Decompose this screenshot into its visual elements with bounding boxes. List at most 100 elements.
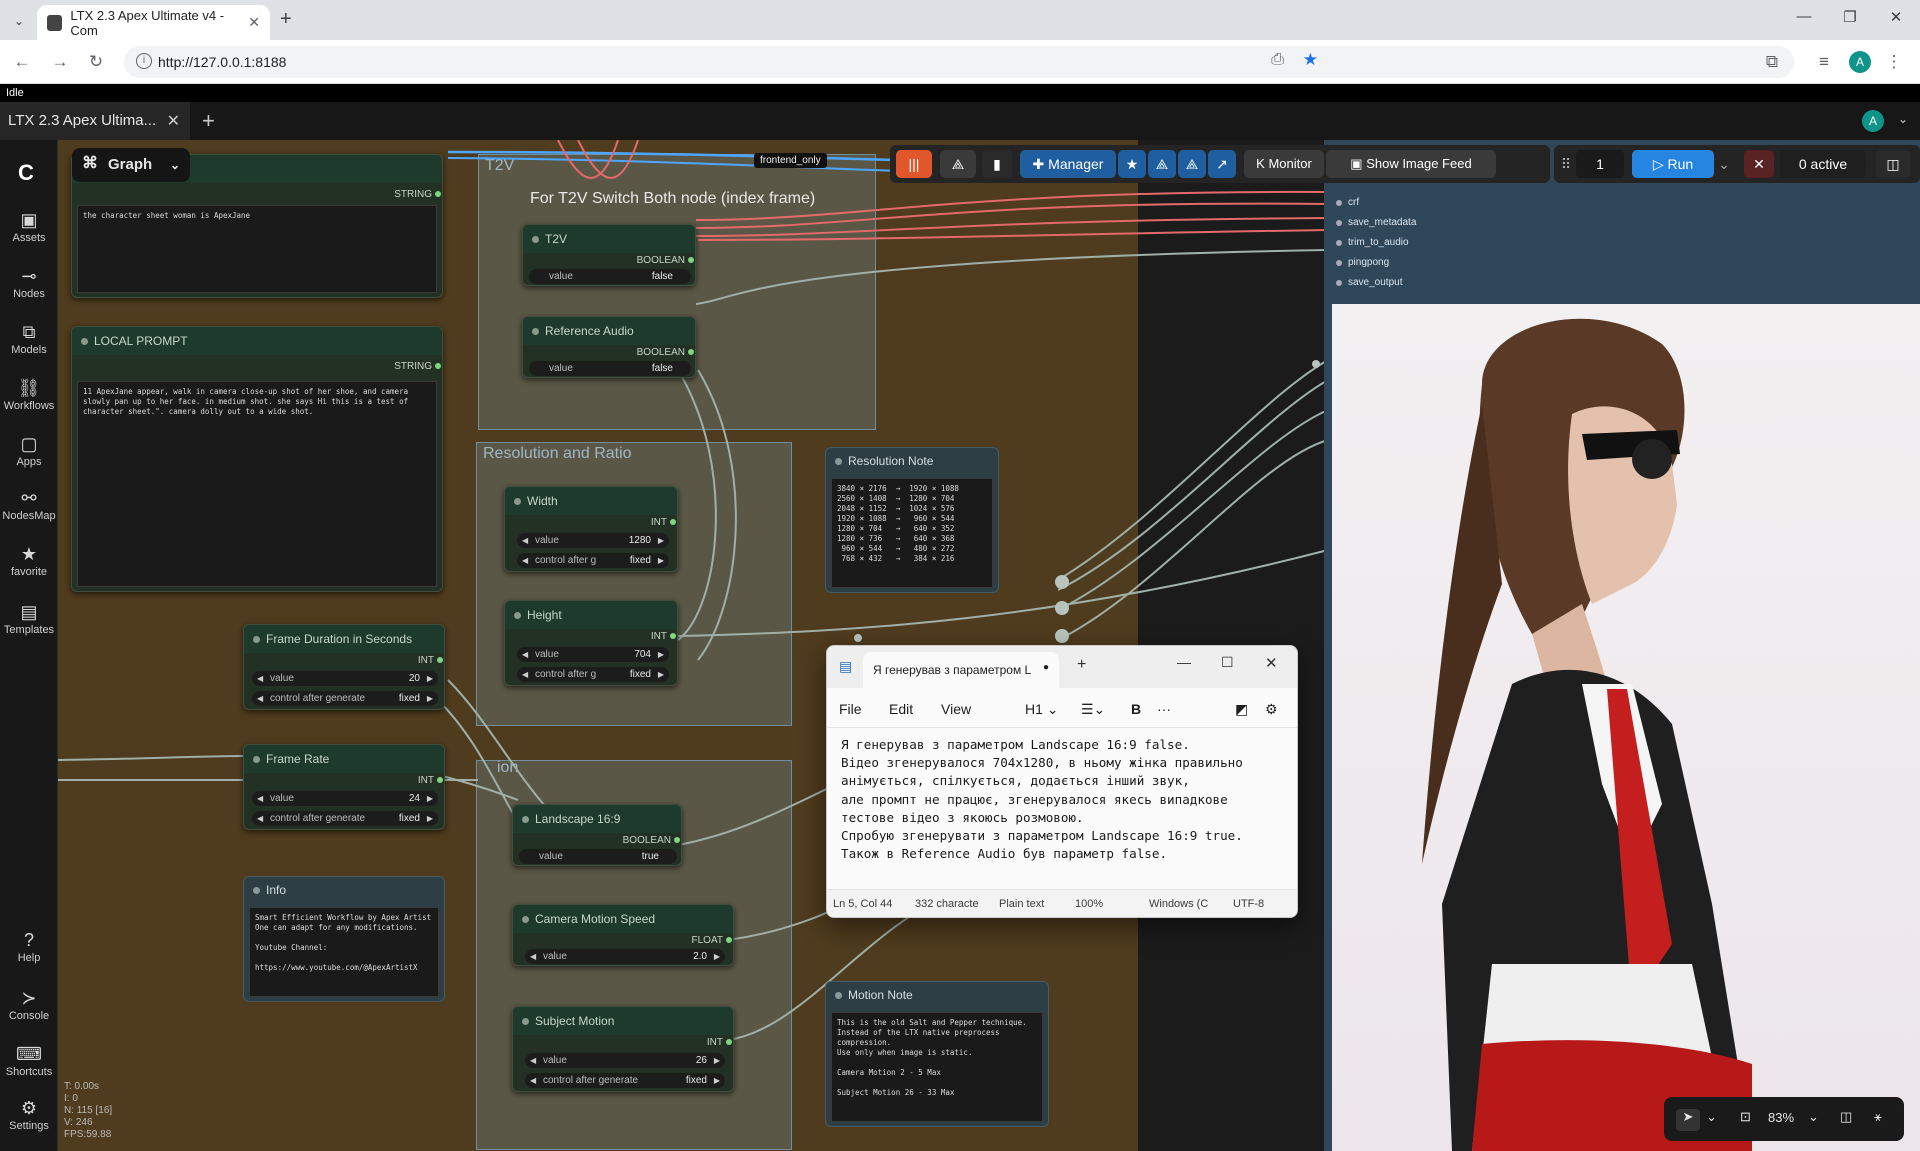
- comfy-logo-icon[interactable]: C: [18, 160, 34, 186]
- list-icon[interactable]: ☰⌄: [1081, 701, 1105, 718]
- extensions-puzzle-icon[interactable]: ⧉: [1760, 50, 1784, 74]
- sidebar-item-workflows[interactable]: ⛓ Workflows: [0, 376, 58, 412]
- increment-arrow-icon[interactable]: ▶: [658, 647, 664, 662]
- copilot-icon[interactable]: ◩: [1235, 701, 1248, 718]
- sidebar-item-nodesmap[interactable]: ⚯ NodesMap: [0, 486, 58, 522]
- sidebar-item-shortcuts[interactable]: ⌨ Shortcuts: [0, 1042, 58, 1078]
- toggle-value[interactable]: value false: [529, 269, 691, 284]
- height-control-select[interactable]: control after g fixed ▶: [517, 667, 669, 682]
- preview-input-row[interactable]: crf: [1334, 196, 1359, 210]
- new-workflow-plus-icon[interactable]: +: [202, 108, 215, 134]
- run-options-chevron-icon[interactable]: ⌄: [1714, 150, 1734, 178]
- sidebar-item-settings[interactable]: ⚙ Settings: [0, 1096, 58, 1132]
- unsaved-dot-icon[interactable]: ●: [1043, 662, 1049, 673]
- output-type[interactable]: BOOLEAN: [637, 347, 695, 358]
- notepad-settings-gear-icon[interactable]: ⚙: [1265, 701, 1278, 718]
- node-t2v[interactable]: T2V BOOLEAN value false: [522, 224, 696, 286]
- install-app-icon[interactable]: ⎙: [1271, 51, 1284, 69]
- subject-motion-control-select[interactable]: control after generate fixed ▶: [525, 1073, 725, 1088]
- sidebar-item-favorite[interactable]: ★ favorite: [0, 542, 58, 578]
- workflow-tab[interactable]: LTX 2.3 Apex Ultima... ✕: [0, 102, 190, 140]
- menu-file[interactable]: File: [839, 701, 862, 717]
- browser-menu-icon[interactable]: ⋮: [1882, 50, 1906, 74]
- hide-links-icon[interactable]: ⚹: [1874, 1109, 1882, 1125]
- output-type[interactable]: INT: [651, 517, 677, 528]
- sidebar-item-help[interactable]: ? Help: [0, 928, 58, 964]
- node-reference-audio[interactable]: Reference Audio BOOLEAN value false: [522, 316, 696, 378]
- node-width[interactable]: Width INT value 1280 ▶ control after g fi…: [504, 486, 678, 572]
- more-options-icon[interactable]: ···: [1157, 701, 1171, 717]
- browser-profile-avatar[interactable]: A: [1849, 51, 1871, 73]
- output-type[interactable]: INT: [651, 631, 677, 642]
- preview-input-row[interactable]: pingpong: [1334, 256, 1389, 270]
- user-avatar[interactable]: A: [1862, 110, 1884, 132]
- frame-rate-control-select[interactable]: control after generate fixed ▶: [252, 811, 438, 826]
- minimize-window-icon[interactable]: —: [1784, 8, 1824, 25]
- sidebar-item-templates[interactable]: ▤ Templates: [0, 600, 58, 636]
- site-info-icon[interactable]: i: [136, 53, 152, 69]
- restore-window-icon[interactable]: ❐: [1830, 8, 1870, 26]
- tab-search-chevron-icon[interactable]: ⌄: [8, 10, 30, 32]
- landscape-toggle[interactable]: value true: [519, 849, 677, 864]
- share-arrow-icon[interactable]: ↗: [1208, 150, 1236, 178]
- output-type[interactable]: BOOLEAN: [637, 255, 695, 266]
- next-arrow-icon[interactable]: ▶: [427, 811, 433, 826]
- node-frame-rate[interactable]: Frame Rate INT value 24 ▶ control after g…: [243, 744, 445, 830]
- duration-value-input[interactable]: value 20 ▶: [252, 671, 438, 686]
- forward-arrow-icon[interactable]: →: [48, 50, 72, 74]
- drag-handle-icon[interactable]: ⠿: [1558, 150, 1574, 178]
- duration-control-select[interactable]: control after generate fixed ▶: [252, 691, 438, 706]
- model-triangle-icon[interactable]: ⟁: [940, 150, 976, 178]
- frame-rate-value-input[interactable]: value 24 ▶: [252, 791, 438, 806]
- node-frame-duration[interactable]: Frame Duration in Seconds INT value 20▶ …: [243, 624, 445, 710]
- info-text[interactable]: Smart Efficient Workflow by Apex Artist …: [249, 907, 439, 997]
- increment-arrow-icon[interactable]: ▶: [714, 1053, 720, 1068]
- width-value-input[interactable]: value 1280 ▶: [517, 533, 669, 548]
- node-info[interactable]: Info Smart Efficient Workflow by Apex Ar…: [243, 876, 445, 1002]
- minimap-icon[interactable]: ◫: [1840, 1109, 1852, 1125]
- queue-count-input[interactable]: 1: [1576, 150, 1624, 178]
- bookmark-star-icon[interactable]: ★: [1303, 50, 1318, 70]
- next-arrow-icon[interactable]: ▶: [658, 667, 664, 682]
- increment-arrow-icon[interactable]: ▶: [714, 949, 720, 964]
- output-type[interactable]: INT: [418, 655, 444, 666]
- node-local-prompt[interactable]: LOCAL PROMPT STRING 11 ApexJane appear, …: [71, 326, 443, 592]
- manager-button[interactable]: ✚ Manager: [1020, 150, 1116, 178]
- fit-view-icon[interactable]: ⊡: [1740, 1109, 1751, 1125]
- node-resolution-note[interactable]: Resolution Note 3840 × 2176 → 1920 × 108…: [825, 447, 999, 593]
- next-arrow-icon[interactable]: ▶: [427, 691, 433, 706]
- show-image-feed-button[interactable]: ▣ Show Image Feed: [1326, 150, 1496, 178]
- output-type[interactable]: STRING: [394, 189, 441, 200]
- media-controls-icon[interactable]: ≡: [1812, 50, 1836, 74]
- notepad-maximize-icon[interactable]: ☐: [1221, 654, 1234, 671]
- pointer-chevron-icon[interactable]: ⌄: [1706, 1109, 1717, 1125]
- increment-arrow-icon[interactable]: ▶: [427, 671, 433, 686]
- user-menu-chevron-icon[interactable]: ⌄: [1898, 112, 1908, 126]
- menu-edit[interactable]: Edit: [889, 701, 913, 717]
- preview-input-row[interactable]: save_output: [1334, 276, 1403, 290]
- output-type[interactable]: INT: [707, 1037, 733, 1048]
- motion-note-text[interactable]: This is the old Salt and Pepper techniqu…: [831, 1012, 1043, 1122]
- node-subject-motion[interactable]: Subject Motion INT value 26 ▶ control aft…: [512, 1006, 734, 1092]
- toggle-value[interactable]: value false: [529, 361, 691, 376]
- node-motion-note[interactable]: Motion Note This is the old Salt and Pep…: [825, 981, 1049, 1127]
- close-window-icon[interactable]: ✕: [1876, 8, 1916, 26]
- sidebar-item-models[interactable]: ⧉ Models: [0, 320, 58, 356]
- node-height[interactable]: Height INT value 704 ▶ control after g fi…: [504, 600, 678, 686]
- preview-input-row[interactable]: save_metadata: [1334, 216, 1416, 230]
- close-workflow-icon[interactable]: ✕: [167, 111, 180, 131]
- notepad-tab[interactable]: Я генерував з параметром L ●: [863, 652, 1059, 688]
- zoom-chevron-icon[interactable]: ⌄: [1808, 1109, 1819, 1125]
- resolution-note-text[interactable]: 3840 × 2176 → 1920 × 1088 2560 × 1408 → …: [831, 478, 993, 588]
- output-type[interactable]: FLOAT: [692, 935, 733, 946]
- node-landscape[interactable]: Landscape 16:9 BOOLEAN value true: [512, 804, 682, 866]
- output-type[interactable]: BOOLEAN: [623, 835, 681, 846]
- prompt-textarea[interactable]: the character sheet woman is ApexJane: [77, 205, 437, 293]
- star-icon[interactable]: ★: [1118, 150, 1146, 178]
- monitor-button[interactable]: K Monitor: [1244, 150, 1324, 178]
- back-arrow-icon[interactable]: ←: [10, 50, 34, 74]
- address-bar[interactable]: i http://127.0.0.1:8188 ⎙ ★: [124, 46, 1794, 78]
- notepad-window[interactable]: ▤ Я генерував з параметром L ● + — ☐ ✕ F…: [826, 645, 1298, 918]
- height-value-input[interactable]: value 704 ▶: [517, 647, 669, 662]
- bookmark-icon[interactable]: ▮: [982, 150, 1012, 178]
